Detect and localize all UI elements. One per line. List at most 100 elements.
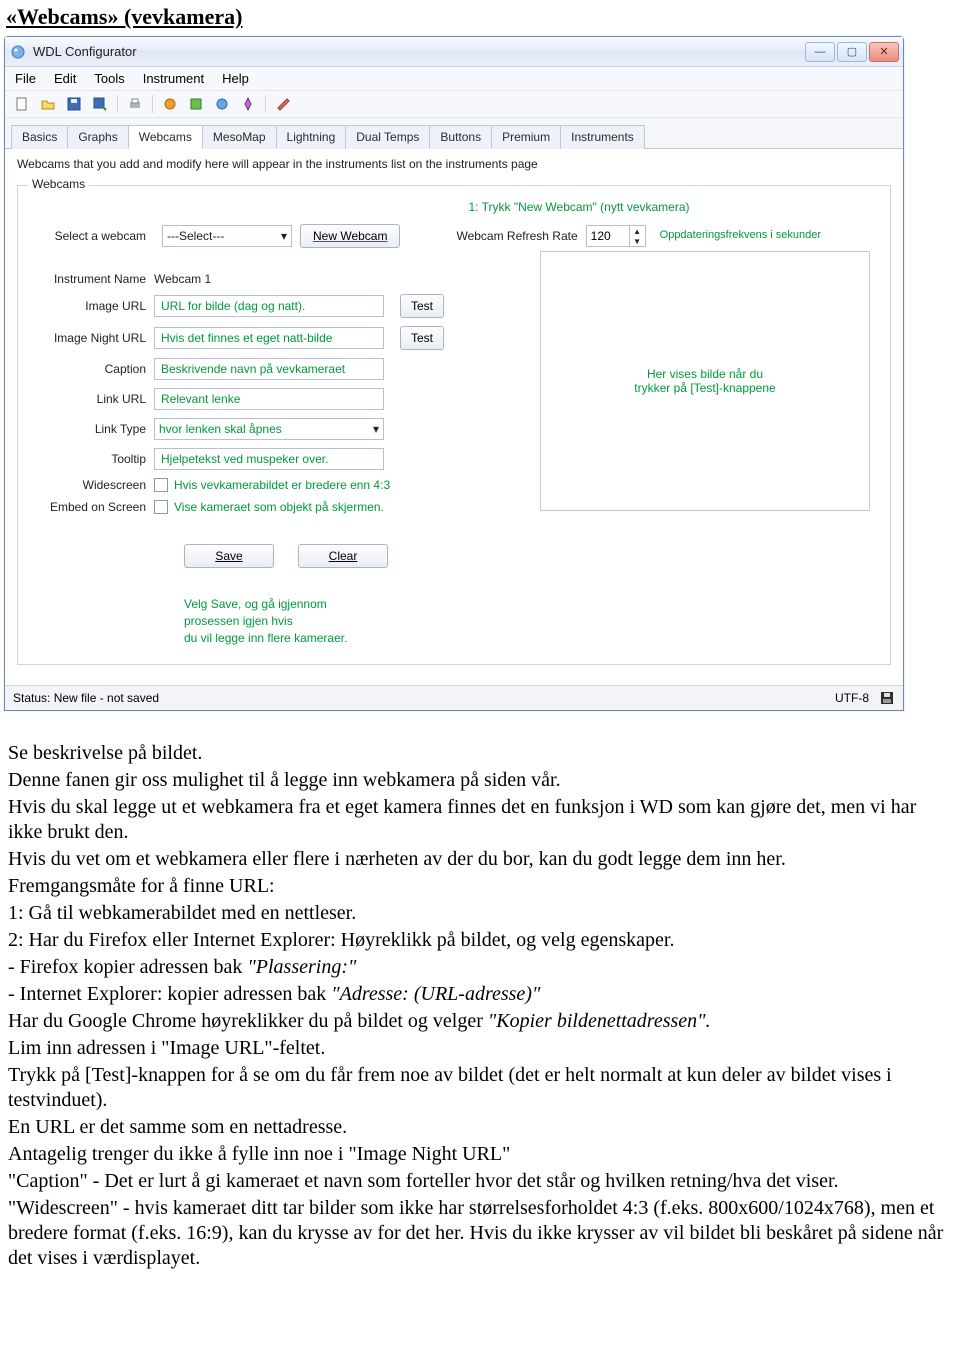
webcams-group: Webcams 1: Trykk "New Webcam" (nytt vevk… [17, 185, 891, 665]
caption-input[interactable] [154, 358, 384, 380]
paragraph: Har du Google Chrome høyreklikker du på … [8, 1009, 948, 1034]
tooltip-label: Tooltip [34, 452, 154, 466]
open-file-icon[interactable] [39, 95, 57, 113]
select-webcam-dropdown[interactable]: ---Select--- ▾ [162, 225, 292, 247]
tab-instruments[interactable]: Instruments [560, 125, 645, 149]
paragraph: Trykk på [Test]-knappen for å se om du f… [8, 1063, 948, 1113]
tab-buttons[interactable]: Buttons [429, 125, 492, 149]
paragraph: Hvis du vet om et webkamera eller flere … [8, 847, 948, 872]
spinner-down-icon[interactable]: ▼ [630, 236, 645, 246]
titlebar: WDL Configurator — ▢ ✕ [5, 37, 903, 67]
toolbar-separator [152, 95, 153, 113]
tool-icon-2[interactable] [187, 95, 205, 113]
paragraph: En URL er det samme som en nettadresse. [8, 1115, 948, 1140]
save-icon[interactable] [65, 95, 83, 113]
image-url-input[interactable] [154, 295, 384, 317]
help-icon[interactable] [274, 95, 292, 113]
toolbar [5, 91, 903, 118]
minimize-button[interactable]: — [805, 42, 835, 62]
menu-file[interactable]: File [15, 71, 36, 86]
menu-help[interactable]: Help [222, 71, 249, 86]
image-url-label: Image URL [34, 299, 154, 313]
paragraph: 2: Har du Firefox eller Internet Explore… [8, 928, 948, 953]
menu-edit[interactable]: Edit [54, 71, 76, 86]
menu-tools[interactable]: Tools [94, 71, 124, 86]
instrument-name-value: Webcam 1 [154, 272, 211, 286]
paragraph: Hvis du skal legge ut et webkamera fra e… [8, 795, 948, 845]
paragraph: Lim inn adressen i "Image URL"-feltet. [8, 1036, 948, 1061]
refresh-rate-spinner[interactable]: ▲▼ [586, 225, 646, 247]
widescreen-checkbox[interactable] [154, 478, 168, 492]
toolbar-separator [117, 95, 118, 113]
body-text: Se beskrivelse på bildet. Denne fanen gi… [8, 741, 948, 1271]
app-window: WDL Configurator — ▢ ✕ File Edit Tools I… [4, 36, 904, 711]
paragraph: Antagelig trenger du ikke å fylle inn no… [8, 1142, 948, 1167]
tab-mesomap[interactable]: MesoMap [202, 125, 277, 149]
group-legend: Webcams [28, 177, 89, 191]
tool-icon-3[interactable] [213, 95, 231, 113]
toolbar-separator [265, 95, 266, 113]
clear-button[interactable]: Clear [298, 544, 388, 568]
app-icon [9, 43, 27, 61]
embed-label: Embed on Screen [34, 500, 154, 514]
widescreen-annotation: Hvis vevkamerabildet er bredere enn 4:3 [174, 478, 390, 492]
caption-label: Caption [34, 362, 154, 376]
paragraph: Fremgangsmåte for å finne URL: [8, 874, 948, 899]
window-title: WDL Configurator [33, 44, 805, 59]
image-night-url-input[interactable] [154, 327, 384, 349]
status-encoding: UTF-8 [835, 691, 869, 705]
tab-webcams[interactable]: Webcams [128, 125, 203, 149]
maximize-button[interactable]: ▢ [837, 42, 867, 62]
save-status-icon[interactable] [879, 690, 895, 706]
menu-instrument[interactable]: Instrument [143, 71, 204, 86]
test-button-label: Test [411, 331, 433, 345]
paragraph: "Caption" - Det er lurt å gi kameraet et… [8, 1169, 948, 1194]
tab-basics[interactable]: Basics [11, 125, 68, 149]
select-webcam-label: Select a webcam [34, 229, 154, 243]
status-bar: Status: New file - not saved UTF-8 [5, 685, 903, 710]
tool-icon-4[interactable] [239, 95, 257, 113]
tooltip-input[interactable] [154, 448, 384, 470]
instrument-name-label: Instrument Name [34, 272, 154, 286]
menubar: File Edit Tools Instrument Help [5, 67, 903, 91]
widescreen-label: Widescreen [34, 478, 154, 492]
image-url-test-button[interactable]: Test [400, 294, 444, 318]
save-button[interactable]: Save [184, 544, 274, 568]
link-url-label: Link URL [34, 392, 154, 406]
link-url-input[interactable] [154, 388, 384, 410]
new-file-icon[interactable] [13, 95, 31, 113]
new-webcam-button[interactable]: New Webcam [300, 224, 400, 248]
annotation-step1: 1: Trykk "New Webcam" (nytt vevkamera) [34, 200, 874, 214]
preview-pane: Her vises bilde når du trykker på [Test]… [540, 251, 870, 511]
tabbar: Basics Graphs Webcams MesoMap Lightning … [5, 118, 903, 149]
save-as-icon[interactable] [91, 95, 109, 113]
embed-checkbox[interactable] [154, 500, 168, 514]
paragraph: - Internet Explorer: kopier adressen bak… [8, 982, 948, 1007]
status-left: Status: New file - not saved [13, 691, 159, 705]
tab-premium[interactable]: Premium [491, 125, 561, 149]
tab-dualtemps[interactable]: Dual Temps [345, 125, 430, 149]
tab-lightning[interactable]: Lightning [276, 125, 347, 149]
image-night-url-test-button[interactable]: Test [400, 326, 444, 350]
save-button-label: Save [215, 549, 242, 563]
new-webcam-button-label: New Webcam [313, 229, 387, 243]
chevron-down-icon: ▾ [281, 229, 287, 243]
test-button-label: Test [411, 299, 433, 313]
link-type-label: Link Type [34, 422, 154, 436]
print-icon[interactable] [126, 95, 144, 113]
paragraph: Denne fanen gir oss mulighet til å legge… [8, 768, 948, 793]
chevron-down-icon: ▾ [373, 422, 379, 436]
refresh-rate-value[interactable] [587, 226, 629, 246]
tab-graphs[interactable]: Graphs [67, 125, 128, 149]
spinner-up-icon[interactable]: ▲ [630, 226, 645, 236]
client-area: Webcams that you add and modify here wil… [5, 149, 903, 685]
preview-annotation: Her vises bilde når du trykker på [Test]… [634, 367, 775, 395]
paragraph: Se beskrivelse på bildet. [8, 741, 948, 766]
save-annotation: Velg Save, og gå igjennom prosessen igje… [34, 596, 384, 646]
close-button[interactable]: ✕ [869, 42, 899, 62]
paragraph: "Widescreen" - hvis kameraet ditt tar bi… [8, 1196, 948, 1271]
embed-annotation: Vise kameraet som objekt på skjermen. [174, 500, 384, 514]
link-type-dropdown[interactable]: hvor lenken skal åpnes ▾ [154, 418, 384, 440]
tool-icon-1[interactable] [161, 95, 179, 113]
clear-button-label: Clear [329, 549, 358, 563]
